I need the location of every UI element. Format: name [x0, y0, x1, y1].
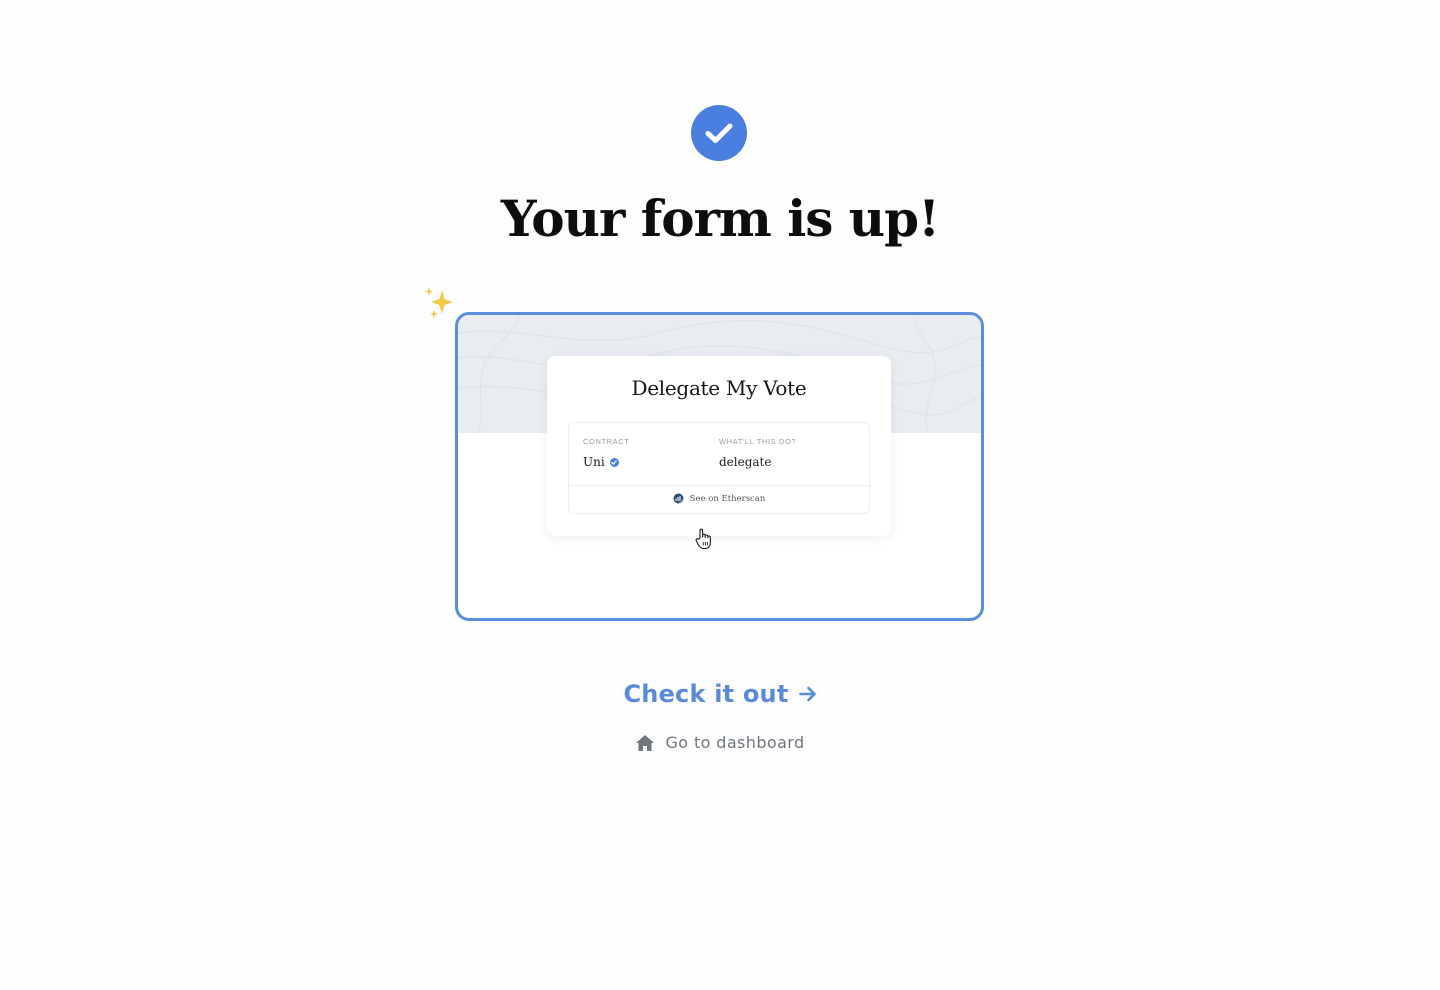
form-preview[interactable]: Delegate My Vote CONTRACT Uni WHAT'LL TH… [455, 312, 984, 621]
sparkles-icon [425, 287, 453, 319]
check-circle-icon [691, 105, 747, 161]
success-page: Your form is up! Delegate My Vote CONTRA… [0, 0, 1440, 990]
action-column: WHAT'LL THIS DO? delegate [719, 437, 796, 469]
check-it-out-link[interactable]: Check it out [0, 680, 1440, 708]
home-icon [636, 734, 655, 751]
form-card: Delegate My Vote CONTRACT Uni WHAT'LL TH… [547, 356, 891, 536]
hand-cursor-icon [695, 528, 711, 550]
action-label: WHAT'LL THIS DO? [719, 437, 797, 446]
info-divider [569, 485, 869, 486]
etherscan-link[interactable]: See on Etherscan [569, 493, 869, 504]
form-title: Delegate My Vote [631, 376, 807, 400]
contract-column: CONTRACT Uni [583, 437, 629, 469]
contract-value-row: Uni [583, 455, 629, 469]
etherscan-label: See on Etherscan [689, 493, 766, 504]
go-to-dashboard-label: Go to dashboard [665, 733, 805, 752]
contract-value: Uni [583, 455, 605, 469]
go-to-dashboard-link[interactable]: Go to dashboard [0, 733, 1440, 752]
action-value: delegate [719, 455, 772, 469]
check-it-out-label: Check it out [623, 680, 789, 708]
page-title: Your form is up! [500, 189, 940, 248]
contract-info-box: CONTRACT Uni WHAT'LL THIS DO? delegate S… [568, 422, 870, 514]
etherscan-icon [673, 493, 684, 504]
verified-icon [609, 457, 619, 467]
arrow-right-icon [798, 686, 816, 702]
contract-label: CONTRACT [583, 437, 630, 446]
